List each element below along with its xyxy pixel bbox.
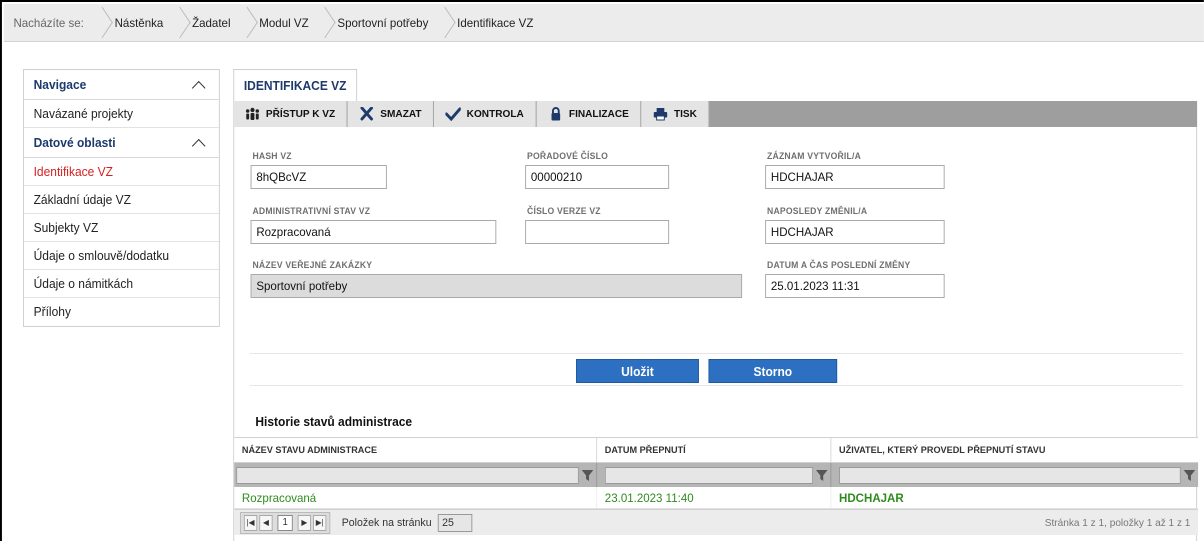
per-page-label: Položek na stránku	[341, 516, 432, 529]
order-number-input[interactable]: 00000210	[525, 165, 670, 189]
breadcrumb-separator	[438, 4, 448, 42]
filter-user	[831, 463, 1198, 487]
breadcrumb-item-modul-vz[interactable]: Modul VZ	[250, 4, 319, 42]
breadcrumb-separator	[240, 4, 250, 42]
column-header-date[interactable]: DATUM PŘEPNUTÍ	[597, 438, 832, 462]
toolbar: PŘÍSTUP K VZ SMAZAT KONTROLA FINALIZACE	[233, 101, 1198, 127]
filter-user-input[interactable]	[839, 466, 1181, 484]
admin-state-label: ADMINISTRATIVNÍ STAV VZ	[252, 206, 371, 216]
filter-state-input[interactable]	[236, 466, 579, 484]
lock-icon	[551, 107, 560, 121]
column-header-state[interactable]: NÁZEV STAVU ADMINISTRACE	[234, 438, 598, 462]
contract-name-input[interactable]: Sportovní potřeby	[250, 274, 743, 298]
sidebar-item-udaje-o-namitkach[interactable]: Údaje o námitkách	[24, 270, 219, 298]
history-table: NÁZEV STAVU ADMINISTRACE DATUM PŘEPNUTÍ …	[234, 437, 1199, 535]
tab-identifikace-vz[interactable]: IDENTIFIKACE VZ	[233, 69, 358, 101]
table-header: NÁZEV STAVU ADMINISTRACE DATUM PŘEPNUTÍ …	[234, 437, 1199, 463]
sidebar-section-title: Navigace	[33, 77, 87, 92]
history-title: Historie stavů administrace	[255, 415, 413, 429]
filter-icon[interactable]	[581, 468, 594, 482]
breadcrumb-item-sportovni-potreby[interactable]: Sportovní potřeby	[328, 4, 438, 42]
filter-date	[597, 463, 832, 487]
last-change-label: DATUM A ČAS POSLEDNÍ ZMĚNY	[767, 260, 911, 270]
delete-button[interactable]: SMAZAT	[347, 101, 435, 127]
breadcrumb-separator	[95, 4, 105, 42]
created-by-label: ZÁZNAM VYTVOŘIL/A	[767, 151, 862, 161]
breadcrumb: Nacházíte se: Nástěnka Žadatel Modul VZ …	[3, 4, 1204, 42]
checkmark-icon	[445, 107, 461, 121]
changed-by-label: NAPOSLEDY ZMĚNIL/A	[767, 206, 868, 216]
app-frame: Nacházíte se: Nástěnka Žadatel Modul VZ …	[0, 0, 1204, 541]
created-by-input[interactable]: HDCHAJAR	[765, 165, 945, 189]
hash-label: HASH VZ	[252, 151, 292, 161]
pager-controls: |◀ ◀ 1 ▶ ▶|	[240, 511, 331, 534]
breadcrumb-item-nastenka[interactable]: Nástěnka	[105, 4, 173, 42]
sidebar-item-zakladni-udaje-vz[interactable]: Základní údaje VZ	[24, 186, 219, 214]
sidebar-item-prilohy[interactable]: Přílohy	[24, 298, 219, 326]
sidebar-item-udaje-o-smlouve[interactable]: Údaje o smlouvě/dodatku	[24, 242, 219, 270]
pager-summary: Stránka 1 z 1, položky 1 až 1 z 1	[1044, 516, 1191, 529]
form-panel: HASH VZ 8hQBcVZ POŘADOVÉ ČÍSLO 00000210 …	[233, 127, 1199, 541]
contract-name-label: NÁZEV VEŘEJNÉ ZAKÁZKY	[252, 260, 373, 270]
sidebar: Navigace Navázané projekty Datové oblast…	[23, 69, 220, 327]
filter-date-input[interactable]	[604, 466, 814, 484]
table-row[interactable]: Rozpracovaná 23.01.2023 11:40 HDCHAJAR	[234, 487, 1199, 509]
sidebar-section-datove-oblasti[interactable]: Datové oblasti	[24, 128, 219, 158]
version-number-input[interactable]	[525, 220, 670, 244]
chevron-up-icon[interactable]	[191, 138, 206, 153]
breadcrumb-separator	[318, 4, 328, 42]
prev-page-icon[interactable]: ◀	[259, 514, 273, 531]
last-page-icon[interactable]: ▶|	[312, 514, 327, 531]
sidebar-item-navazane-projekty[interactable]: Navázané projekty	[24, 100, 219, 128]
first-page-icon[interactable]: |◀	[243, 514, 258, 531]
sidebar-section-title: Datové oblasti	[33, 135, 116, 150]
filter-state	[234, 463, 598, 487]
cancel-button[interactable]: Storno	[708, 359, 838, 383]
cell-date: 23.01.2023 11:40	[597, 487, 832, 508]
finalize-button[interactable]: FINALIZACE	[536, 101, 642, 127]
filter-icon[interactable]	[815, 468, 828, 482]
column-header-user[interactable]: UŽIVATEL, KTERÝ PROVEDL PŘEPNUTÍ STAVU	[831, 438, 1198, 462]
print-button[interactable]: TISK	[641, 101, 710, 127]
sidebar-item-subjekty-vz[interactable]: Subjekty VZ	[24, 214, 219, 242]
order-number-label: POŘADOVÉ ČÍSLO	[527, 151, 608, 161]
breadcrumb-separator	[173, 4, 183, 42]
filter-icon[interactable]	[1183, 468, 1196, 482]
cell-state: Rozpracovaná	[234, 487, 598, 508]
per-page-select[interactable]: 25	[437, 513, 472, 532]
check-button[interactable]: KONTROLA	[434, 101, 537, 127]
chevron-up-icon[interactable]	[191, 80, 206, 95]
divider	[249, 353, 1183, 354]
changed-by-input[interactable]: HDCHAJAR	[765, 220, 945, 244]
breadcrumb-item-identifikace-vz: Identifikace VZ	[457, 15, 534, 30]
sidebar-item-identifikace-vz[interactable]: Identifikace VZ	[24, 158, 219, 186]
pager: |◀ ◀ 1 ▶ ▶| Položek na stránku 25 Stránk…	[234, 509, 1199, 535]
divider	[249, 385, 1183, 386]
access-vz-button[interactable]: PŘÍSTUP K VZ	[233, 101, 348, 127]
breadcrumb-item-zadatel[interactable]: Žadatel	[182, 4, 240, 42]
page-number-input[interactable]: 1	[277, 514, 293, 531]
version-number-label: ČÍSLO VERZE VZ	[527, 206, 601, 216]
close-icon	[360, 107, 374, 121]
last-change-input[interactable]: 25.01.2023 11:31	[765, 274, 945, 298]
sidebar-section-navigace[interactable]: Navigace	[24, 70, 219, 100]
breadcrumb-lead: Nacházíte se:	[13, 15, 84, 30]
admin-state-input[interactable]: Rozpracovaná	[250, 220, 497, 244]
cell-user: HDCHAJAR	[839, 491, 904, 505]
hash-input[interactable]: 8hQBcVZ	[250, 165, 387, 189]
filter-row	[234, 463, 1199, 487]
next-page-icon[interactable]: ▶	[297, 514, 312, 531]
printer-icon	[653, 108, 668, 121]
save-button[interactable]: Uložit	[576, 359, 699, 383]
users-icon	[245, 107, 260, 120]
